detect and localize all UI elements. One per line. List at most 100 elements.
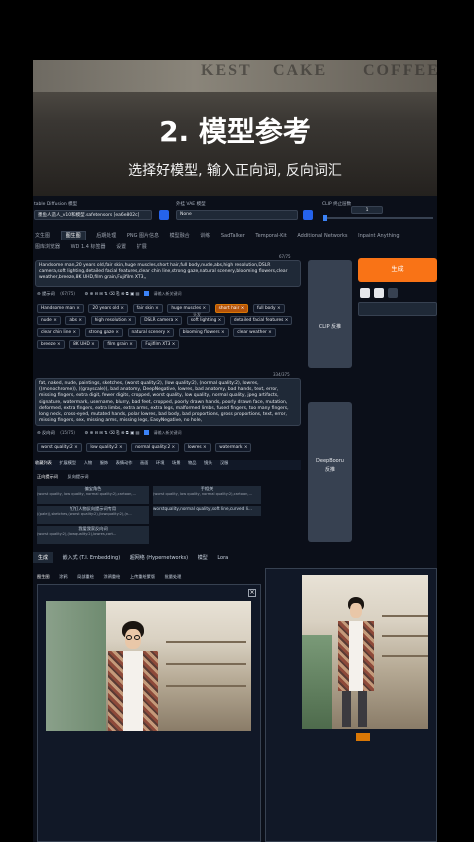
img-tab-batch[interactable]: 批量处理: [165, 574, 182, 579]
negative-tag[interactable]: worst quality:2 ×: [37, 443, 82, 452]
gallery-thumb-selected[interactable]: [356, 733, 370, 741]
sub-tab-negative[interactable]: 反向提示词: [68, 474, 89, 479]
tab-settings[interactable]: 设置: [116, 244, 126, 250]
category-tab[interactable]: 镜头: [204, 460, 212, 465]
prompt-tag[interactable]: huge muscles ×: [167, 304, 211, 313]
prompt-new-keyword-checkbox[interactable]: [143, 291, 149, 296]
bottom-tab-generate[interactable]: 生成: [33, 552, 54, 563]
negative-toolbar-icons[interactable]: ⚙ ⊕ ⊟ ⊞ ⇅ ⌫ ⎘ ⊗ ⧉ ▣ ▤: [85, 430, 140, 435]
person-face: [350, 603, 362, 618]
clip-skip-input[interactable]: 1: [351, 206, 383, 214]
refresh-vae-button[interactable]: [303, 210, 313, 220]
prompt-tag[interactable]: high resolution ×: [90, 316, 136, 325]
prompt-tag[interactable]: blooming flowers ×: [178, 328, 229, 337]
prompt-tag[interactable]: abs ×: [65, 316, 86, 325]
prompt-toolbar-icons[interactable]: ⚙ ⊕ ⊟ ⊞ ⇅ ⌫ ⎘ ⊗ ⧉ ▣ ▤: [85, 291, 140, 296]
prompt-tag[interactable]: detailed facial features ×: [229, 316, 293, 325]
tab-sadtalker[interactable]: SadTalker: [221, 233, 245, 239]
prompt-tag[interactable]: Fujifilm XT3 ×: [141, 340, 180, 349]
preset-card[interactable]: 偏宝角色 (worst quality, low quality, normal…: [37, 486, 149, 504]
tab-inpaint-anything[interactable]: Inpaint Anything: [358, 233, 399, 239]
deepbooru-button[interactable]: DeepBooru 反推: [308, 402, 352, 542]
tab-extensions[interactable]: 扩展: [137, 244, 147, 250]
prompt-tag[interactable]: clear weather ×: [233, 328, 276, 337]
prompt-tag[interactable]: 20 years old ×: [88, 304, 129, 313]
prompt-tag[interactable]: breeze ×: [37, 340, 65, 349]
category-tab[interactable]: 表情动作: [116, 460, 133, 465]
interrupt-button[interactable]: [360, 288, 370, 298]
negative-tag[interactable]: normal quality:2 ×: [131, 443, 180, 452]
negative-new-keyword-checkbox[interactable]: [143, 430, 149, 435]
category-tab[interactable]: 人物: [84, 460, 92, 465]
styles-select[interactable]: [358, 302, 437, 316]
tab-img2img[interactable]: 图生图: [60, 231, 86, 240]
tab-train[interactable]: 训练: [200, 233, 210, 239]
output-gallery[interactable]: [265, 568, 437, 842]
generate-button[interactable]: 生成: [358, 258, 437, 282]
prompt-tag-highlighted[interactable]: short hair ×: [214, 304, 249, 313]
negative-new-keyword-input[interactable]: 请输入新关键词: [154, 430, 182, 435]
prompt-tag[interactable]: fair skin ×: [132, 304, 163, 313]
tab-extras[interactable]: 后期处理: [96, 233, 116, 239]
preset-card[interactable]: 钉钉人物反向提示词专用 ((pale)),sketches,(worst qua…: [37, 506, 149, 524]
negative-tag[interactable]: watermark ×: [215, 443, 252, 452]
category-tab[interactable]: 汉服: [220, 460, 228, 465]
prompt-tag[interactable]: Handsome man ×: [37, 304, 84, 313]
bottom-tab-embedding[interactable]: 嵌入式 (T.I. Embedding): [63, 555, 121, 561]
tab-additional-networks[interactable]: Additional Networks: [297, 233, 347, 239]
tab-png-info[interactable]: PNG 图片信息: [127, 233, 159, 239]
prompt-new-keyword-input[interactable]: 请输入新关键词: [154, 291, 182, 296]
skip-button[interactable]: [374, 288, 384, 298]
preset-card[interactable]: 手相关 (worst quality, low quality, normal …: [153, 486, 261, 504]
input-image-panel[interactable]: ×: [37, 584, 261, 842]
trash-icon[interactable]: [388, 288, 398, 298]
clip-interrogate-button[interactable]: CLIP 反推: [308, 260, 352, 368]
category-tab[interactable]: 场景: [172, 460, 180, 465]
output-photo[interactable]: [302, 575, 428, 729]
tab-merge[interactable]: 模型融合: [170, 233, 190, 239]
collapse-icon[interactable]: ⊖: [37, 291, 41, 296]
tab-temporal-kit[interactable]: Temporal-Kit: [255, 233, 286, 239]
category-tab[interactable]: 物品: [188, 460, 196, 465]
prompt-tag[interactable]: nude ×: [37, 316, 61, 325]
category-tab[interactable]: 环境: [156, 460, 164, 465]
img-tab-sketch[interactable]: 涂鸦: [59, 574, 67, 579]
prompt-tag[interactable]: natural scenery ×: [127, 328, 175, 337]
prompt-tag[interactable]: film grain ×: [103, 340, 137, 349]
negative-tag[interactable]: low quality:2 ×: [86, 443, 127, 452]
collapse-icon[interactable]: ⊖: [37, 430, 41, 435]
category-tabs: 收藏列表 扩展模型 人物 服饰 表情动作 画面 环境 场景 物品 镜头 汉服: [35, 460, 301, 470]
negative-textarea[interactable]: fat, naked, nude, paintings, sketches, (…: [35, 378, 301, 426]
category-tab-favorites[interactable]: 收藏列表: [35, 460, 52, 465]
category-tab[interactable]: 服饰: [100, 460, 108, 465]
prompt-tag[interactable]: clear chin line ×: [37, 328, 81, 337]
refresh-model-button[interactable]: [159, 210, 169, 220]
clip-skip-slider[interactable]: [323, 215, 433, 221]
vae-select[interactable]: None: [176, 210, 298, 220]
preset-card[interactable]: 我爱我家反向词 (worst quality:2),(lowquality:2)…: [37, 526, 149, 544]
img-tab-inpaint[interactable]: 局部重绘: [77, 574, 94, 579]
negative-tag[interactable]: lowres ×: [183, 443, 211, 452]
prompt-tag[interactable]: 8K UHD ×: [69, 340, 99, 349]
category-tab[interactable]: 扩展模型: [59, 460, 76, 465]
model-select[interactable]: 墨鱼人造人_v10和模型.safetensors [ea6e802c]: [34, 210, 152, 220]
prompt-tag[interactable]: strong gaze ×: [84, 328, 123, 337]
prompt-textarea[interactable]: Handsome man,20 years old,fair skin,huge…: [35, 260, 301, 287]
tab-txt2img[interactable]: 文生图: [35, 233, 50, 239]
close-icon[interactable]: ×: [248, 589, 256, 597]
bottom-tab-models[interactable]: 模型: [198, 555, 208, 561]
clip-skip-thumb[interactable]: [323, 215, 327, 221]
preset-card[interactable]: worstquality,normal quality,soft line,cu…: [153, 506, 261, 516]
img-tab-img2img[interactable]: 图生图: [37, 574, 50, 579]
tab-wd-tagger[interactable]: WD 1.4 标签器: [71, 244, 106, 250]
bottom-tab-hypernetworks[interactable]: 超网络 (Hypernetworks): [130, 555, 188, 561]
person-leg: [358, 691, 367, 727]
tab-gallery[interactable]: 图库浏览器: [35, 244, 60, 250]
category-tab[interactable]: 画面: [140, 460, 148, 465]
img-tab-inpaint-sketch[interactable]: 涂鸦重绘: [104, 574, 121, 579]
prompt-tag[interactable]: DSLR camera ×: [140, 316, 183, 325]
img-tab-inpaint-upload[interactable]: 上传重绘蒙版: [130, 574, 155, 579]
bottom-tab-lora[interactable]: Lora: [217, 555, 228, 561]
sub-tab-positive[interactable]: 正向提示词: [37, 474, 58, 479]
prompt-tag[interactable]: full body ×: [252, 304, 285, 313]
